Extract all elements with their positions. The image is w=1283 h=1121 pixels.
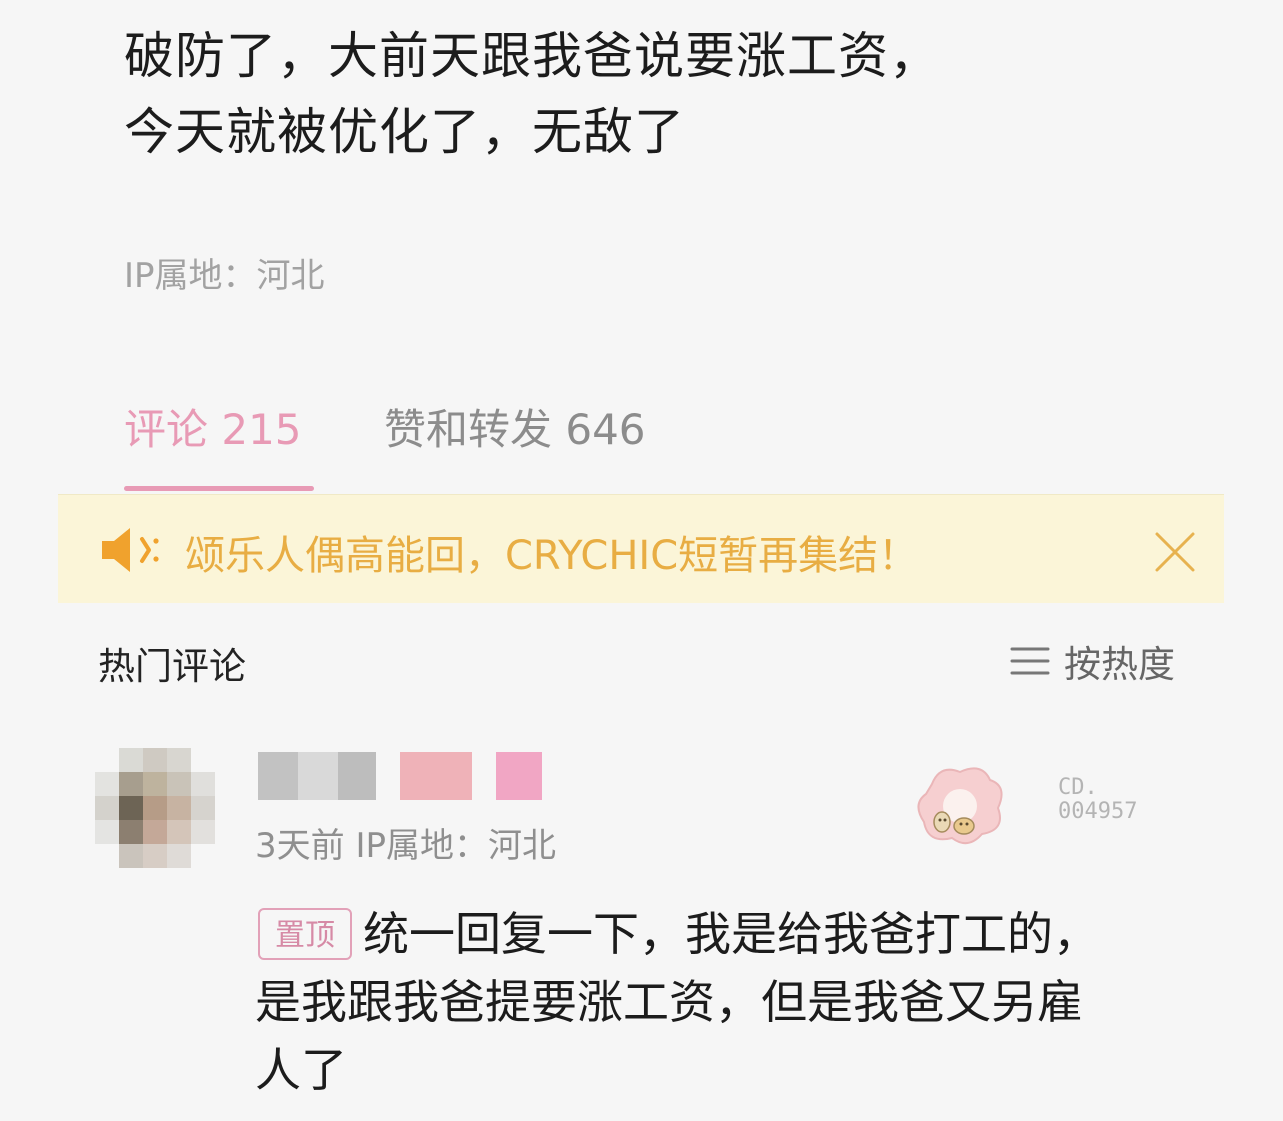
post-line: 今天就被优化了，无敌了 (124, 103, 685, 161)
comment-body[interactable]: 统一回复一下，我是给我爸打工的， 是我跟我爸提要涨工资，但是我爸又另雇 人了 (255, 900, 1215, 1104)
notice-text[interactable]: 颂乐人偶高能回，CRYCHIC短暂再集结！ (185, 523, 918, 581)
comment-line: 是我跟我爸提要涨工资，但是我爸又另雇 (255, 975, 1083, 1029)
badge-code-line: CD. (1058, 775, 1098, 800)
post-ip-location: IP属地：河北 (124, 256, 325, 296)
comment-line: 人了 (255, 1043, 347, 1097)
speaker-icon (102, 528, 159, 572)
comment-meta: 3天前 IP属地：河北 (255, 826, 556, 866)
sort-by-hotness-button[interactable]: 按热度 (1010, 636, 1175, 686)
badge-code-line: 004957 (1058, 799, 1138, 824)
sort-label: 按热度 (1064, 643, 1175, 686)
post-content: 破防了，大前天跟我爸说要涨工资， 今天就被优化了，无敌了 (124, 18, 940, 170)
fan-badge-code: CD. 004957 (1058, 776, 1137, 824)
notice-banner[interactable]: 颂乐人偶高能回，CRYCHIC短暂再集结！ (58, 494, 1224, 603)
post-line: 破防了，大前天跟我爸说要涨工资， (124, 27, 940, 85)
avatar[interactable] (95, 748, 215, 870)
tab-bar: 评论 215 赞和转发 646 (124, 396, 824, 494)
fan-badge-icon[interactable] (912, 760, 1008, 850)
tab-comments[interactable]: 评论 215 (124, 396, 302, 457)
list-icon (1010, 647, 1050, 675)
active-tab-indicator (124, 486, 314, 491)
close-icon[interactable] (1153, 530, 1197, 574)
tab-likes-reposts[interactable]: 赞和转发 646 (384, 396, 646, 457)
comment-line: 统一回复一下，我是给我爸打工的， (363, 907, 1099, 961)
hot-comments-title: 热门评论 (98, 645, 246, 688)
